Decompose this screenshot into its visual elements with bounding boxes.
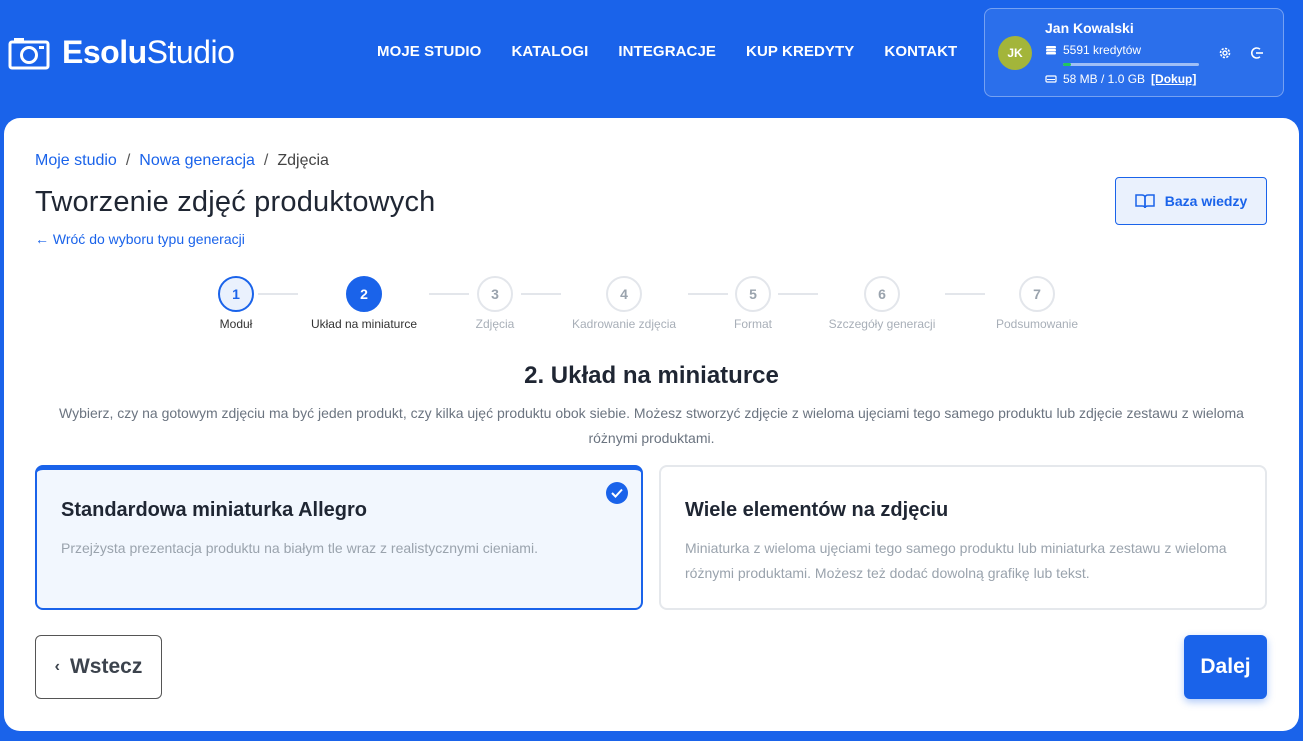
credits-text: 5591 kredytów (1063, 43, 1142, 57)
credits-row: 5591 kredytów (1045, 43, 1141, 57)
step-1[interactable]: 1 Moduł (218, 276, 254, 331)
option-description: Miniaturka z wieloma ujęciami tego sameg… (685, 540, 1227, 581)
breadcrumb-separator: / (263, 152, 269, 169)
top-header: EsoluStudio MOJE STUDIO KATALOGI INTEGRA… (0, 0, 1303, 110)
logo[interactable]: EsoluStudio (8, 34, 235, 71)
step-label: Układ na miniaturce (310, 317, 418, 331)
step-circle: 1 (218, 276, 254, 312)
nav-katalogi[interactable]: KATALOGI (511, 43, 588, 60)
back-button-label: Wstecz (69, 655, 143, 678)
main-card: Moje studio / Nowa generacja / Zdjęcia T… (4, 118, 1299, 731)
nav-moje-studio[interactable]: MOJE STUDIO (377, 43, 481, 60)
step-circle: 7 (1019, 276, 1055, 312)
step-label: Format (733, 317, 773, 331)
option-multiple-elements[interactable]: Wiele elementów na zdjęciu Miniaturka z … (659, 465, 1267, 610)
next-button[interactable]: Dalej (1184, 635, 1267, 699)
stepper: 1 Moduł 2 Układ na miniaturce 3 Zdjęcia … (4, 276, 1299, 336)
step-6: 6 Szczegóły generacji (829, 276, 935, 331)
breadcrumb-current: Zdjęcia (277, 152, 329, 169)
breadcrumb: Moje studio / Nowa generacja / Zdjęcia (35, 152, 329, 170)
back-button[interactable]: ‹ Wstecz (35, 635, 162, 699)
step-4: 4 Kadrowanie zdjęcia (572, 276, 676, 331)
nav-kontakt[interactable]: KONTAKT (884, 43, 957, 60)
option-title: Wiele elementów na zdjęciu (685, 499, 949, 521)
nav-integracje[interactable]: INTEGRACJE (618, 43, 716, 60)
page-title: Tworzenie zdjęć produktowych (35, 186, 436, 218)
option-standard-thumbnail[interactable]: Standardowa miniaturka Allegro Przejżyst… (35, 465, 643, 610)
breadcrumb-moje-studio[interactable]: Moje studio (35, 152, 117, 170)
logo-text: EsoluStudio (62, 34, 235, 70)
step-connector (688, 293, 728, 295)
step-3: 3 Zdjęcia (476, 276, 514, 331)
hard-drive-icon (1045, 75, 1057, 83)
step-connector (521, 293, 561, 295)
back-to-generation-type-link[interactable]: ← Wróć do wyboru typu generacji (35, 231, 245, 247)
step-connector (778, 293, 818, 295)
breadcrumb-separator: / (125, 152, 131, 169)
credits-progress (1063, 63, 1199, 66)
step-circle: 3 (477, 276, 513, 312)
chevron-left-icon: ‹ (54, 658, 60, 675)
camera-icon (8, 37, 50, 69)
section-title: 2. Układ na miniaturce (524, 362, 779, 389)
coins-icon (1046, 46, 1056, 55)
option-title: Standardowa miniaturka Allegro (61, 499, 367, 521)
next-button-label: Dalej (1200, 655, 1251, 678)
user-name: Jan Kowalski (1045, 20, 1134, 36)
logout-icon[interactable] (1249, 45, 1265, 61)
option-description: Przejżysta prezentacja produktu na biały… (61, 540, 538, 556)
step-label: Moduł (219, 317, 253, 331)
step-label: Podsumowanie (995, 317, 1079, 331)
credits-progress-fill (1063, 63, 1072, 66)
main-nav: MOJE STUDIO KATALOGI INTEGRACJE KUP KRED… (377, 43, 987, 60)
step-circle: 2 (346, 276, 382, 312)
step-circle: 4 (606, 276, 642, 312)
step-connector (429, 293, 469, 295)
step-connector (945, 293, 985, 295)
section-description: Wybierz, czy na gotowym zdjęciu ma być j… (59, 405, 1244, 446)
nav-kup-kredyty[interactable]: KUP KREDYTY (746, 43, 854, 60)
storage-text: 58 MB / 1.0 GB (1063, 72, 1146, 86)
check-icon (606, 482, 628, 504)
knowledge-base-button[interactable]: Baza wiedzy (1115, 177, 1267, 225)
step-2[interactable]: 2 Układ na miniaturce (311, 276, 417, 331)
step-7: 7 Podsumowanie (996, 276, 1078, 331)
step-label: Szczegóły generacji (828, 317, 936, 331)
step-label: Zdjęcia (475, 317, 515, 331)
step-label: Kadrowanie zdjęcia (571, 317, 677, 331)
user-panel: JK Jan Kowalski 5591 kredytów 58 MB / 1.… (984, 8, 1284, 97)
step-5: 5 Format (734, 276, 772, 331)
step-circle: 6 (864, 276, 900, 312)
step-circle: 5 (735, 276, 771, 312)
book-icon (1135, 194, 1155, 209)
gear-icon[interactable] (1217, 45, 1233, 61)
knowledge-base-label: Baza wiedzy (1164, 193, 1248, 209)
dokup-link[interactable]: [Dokup] (1151, 72, 1196, 86)
storage-row: 58 MB / 1.0 GB [Dokup] (1045, 72, 1196, 86)
step-connector (258, 293, 298, 295)
breadcrumb-nowa-generacja[interactable]: Nowa generacja (139, 152, 255, 170)
avatar[interactable]: JK (998, 36, 1032, 70)
